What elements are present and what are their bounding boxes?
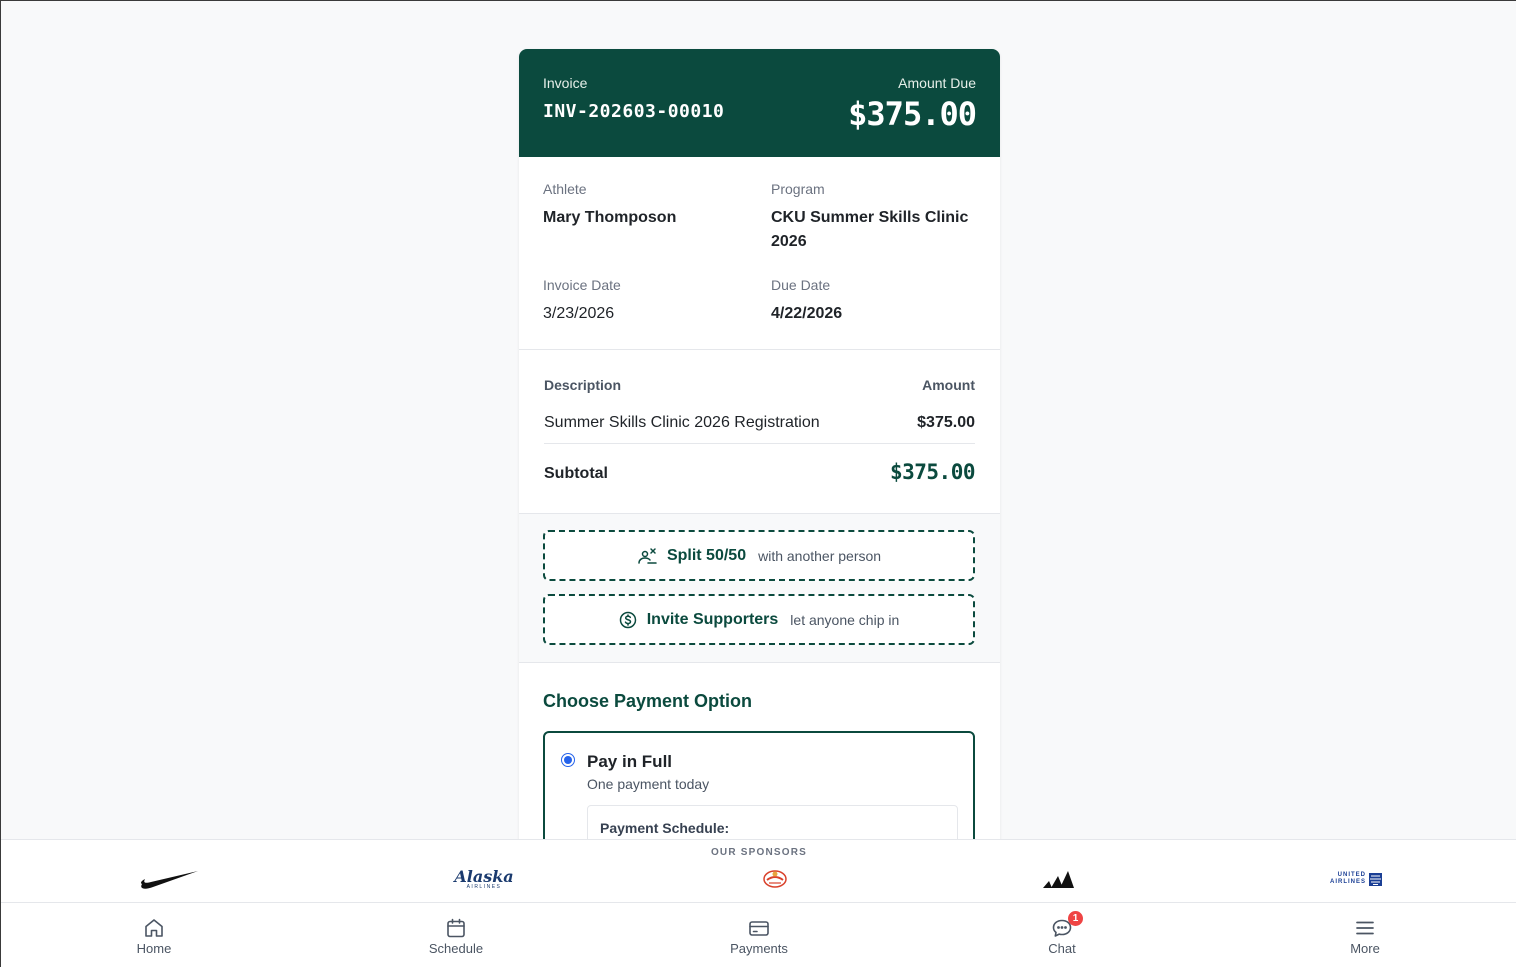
- invoice-details: Athlete Mary Thomposon Program CKU Summe…: [519, 157, 1000, 350]
- menu-icon: [1356, 921, 1374, 935]
- subtotal-label: Subtotal: [544, 465, 608, 482]
- nike-logo[interactable]: [138, 866, 200, 892]
- sponsors-title: OUR SPONSORS: [710, 847, 808, 858]
- line-item-amount: $375.00: [917, 414, 975, 431]
- dollar-circle-icon: [619, 611, 637, 629]
- invite-label: Invite Supporters: [646, 610, 779, 628]
- nav-schedule-label: Schedule: [428, 941, 484, 956]
- chat-unread-badge: 1: [1068, 911, 1083, 926]
- invoice-number: INV-202603-00010: [543, 101, 725, 122]
- program-name: CKU Summer Skills Clinic 2026: [771, 209, 969, 250]
- athlete-field: Athlete Mary Thomposon: [543, 181, 753, 230]
- amount-due-label: Amount Due: [898, 75, 976, 91]
- invoice-card: Invoice INV-202603-00010 Amount Due $375…: [519, 49, 1000, 839]
- amount-due-value: $375.00: [848, 95, 977, 133]
- alaska-airlines-logo[interactable]: Alaska AIRLINES: [454, 866, 514, 892]
- due-date-field: Due Date 4/22/2026: [771, 277, 976, 326]
- share-options: Split 50/50 with another person Invite S…: [519, 514, 1000, 663]
- pay-in-full-title: Pay in Full: [587, 752, 673, 771]
- split-person-icon: [637, 547, 657, 565]
- invoice-label: Invoice: [543, 75, 588, 91]
- payment-options-section: Choose Payment Option Pay in Full One pa…: [519, 663, 1000, 839]
- program-field: Program CKU Summer Skills Clinic 2026: [771, 181, 976, 254]
- amount-header: Amount: [922, 377, 975, 393]
- line-item-description: Summer Skills Clinic 2026 Registration: [544, 414, 820, 431]
- united-airlines-logo[interactable]: UNITED AIRLINES: [1324, 866, 1388, 892]
- card-icon: [749, 921, 769, 936]
- split-50-50-button[interactable]: Split 50/50 with another person: [543, 530, 975, 581]
- split-sub: with another person: [758, 547, 882, 564]
- home-icon: [145, 919, 163, 937]
- row-divider: [544, 443, 975, 444]
- nav-chat-label: Chat: [1048, 941, 1076, 956]
- nav-payments-label: Payments: [730, 941, 788, 956]
- nav-home-label: Home: [136, 941, 172, 956]
- united-logo-line-1: UNITED: [1337, 872, 1366, 878]
- nav-chat[interactable]: 1 Chat: [1002, 903, 1122, 967]
- adidas-logo[interactable]: [1041, 866, 1075, 892]
- nav-home[interactable]: Home: [94, 903, 214, 967]
- invoice-header: Invoice INV-202603-00010 Amount Due $375…: [519, 49, 1000, 157]
- line-items-table: Description Amount Summer Skills Clinic …: [519, 350, 1000, 514]
- nav-schedule[interactable]: Schedule: [396, 903, 516, 967]
- invoice-date-field: Invoice Date 3/23/2026: [543, 277, 753, 326]
- due-date-label: Due Date: [771, 277, 831, 293]
- alaska-logo-subtext: AIRLINES: [466, 883, 502, 890]
- athlete-name: Mary Thomposon: [543, 209, 677, 226]
- invite-sub: let anyone chip in: [790, 611, 900, 628]
- united-globe-icon: [1369, 872, 1382, 886]
- invoice-date-label: Invoice Date: [543, 277, 621, 293]
- nav-more[interactable]: More: [1305, 903, 1425, 967]
- program-label: Program: [771, 181, 825, 197]
- main-scroll-area[interactable]: Invoice INV-202603-00010 Amount Due $375…: [1, 1, 1516, 839]
- alaska-logo-text: Alaska: [454, 866, 514, 886]
- united-logo-text: UNITED AIRLINES: [1330, 872, 1366, 886]
- invoice-date-value: 3/23/2026: [543, 305, 615, 322]
- pay-in-full-sub: One payment today: [587, 776, 710, 792]
- athlete-label: Athlete: [543, 181, 587, 197]
- chorizo-sponsor-logo[interactable]: [761, 866, 789, 892]
- bottom-nav: Home Schedule Payments 1 Chat More: [1, 903, 1516, 967]
- invite-supporters-button[interactable]: Invite Supporters let anyone chip in: [543, 594, 975, 645]
- nav-more-label: More: [1350, 941, 1380, 956]
- nav-payments[interactable]: Payments: [699, 903, 819, 967]
- split-label: Split 50/50: [666, 546, 747, 564]
- payment-schedule-label: Payment Schedule:: [600, 820, 730, 836]
- calendar-icon: [447, 918, 465, 938]
- pay-in-full-option[interactable]: Pay in Full One payment today Payment Sc…: [543, 731, 975, 839]
- payment-options-heading: Choose Payment Option: [543, 691, 753, 711]
- united-logo-line-2: AIRLINES: [1329, 879, 1366, 885]
- pay-in-full-radio[interactable]: [561, 753, 575, 767]
- sponsors-bar: OUR SPONSORS Alaska AIRLINES UNITED AIRL…: [1, 839, 1516, 903]
- due-date-value: 4/22/2026: [771, 305, 843, 322]
- description-header: Description: [544, 377, 622, 393]
- payment-schedule-box: Payment Schedule:: [587, 805, 958, 839]
- subtotal-value: $375.00: [889, 460, 976, 484]
